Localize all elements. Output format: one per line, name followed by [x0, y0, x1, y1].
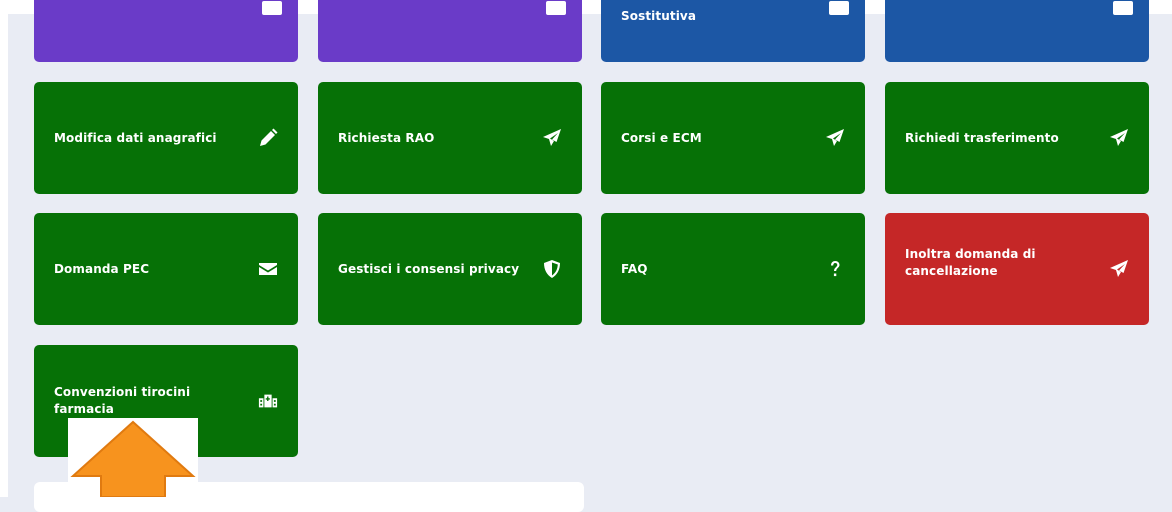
tile-label: Domanda PEC [54, 261, 150, 276]
tile-label: Modifica dati anagrafici [54, 130, 217, 145]
card-icon [1113, 1, 1133, 15]
tile-top-4[interactable] [885, 0, 1149, 62]
tile-top-3[interactable]: Sostitutiva [601, 0, 865, 62]
tile-label: Richiedi trasferimento [905, 130, 1059, 145]
paper-plane-icon [1109, 259, 1129, 279]
tile-label: Gestisci i consensi privacy [338, 261, 520, 276]
tile-modifica-dati-anagrafici[interactable]: Modifica dati anagrafici [34, 82, 298, 194]
envelope-icon [258, 259, 278, 279]
tile-label: Corsi e ECM [621, 130, 702, 145]
card-icon [262, 1, 282, 15]
left-edge [0, 0, 8, 497]
tile-label: Convenzioni tirocini farmacia [54, 385, 191, 416]
paper-plane-icon [1109, 128, 1129, 148]
hospital-icon [258, 391, 278, 411]
tile-label: FAQ [621, 261, 648, 276]
tile-label: Sostitutiva [621, 9, 697, 23]
tile-inoltra-domanda-cancellazione[interactable]: Inoltra domanda di cancellazione [885, 213, 1149, 325]
tile-gestisci-consensi-privacy[interactable]: Gestisci i consensi privacy [318, 213, 582, 325]
tile-corsi-e-ecm[interactable]: Corsi e ECM [601, 82, 865, 194]
tile-faq[interactable]: FAQ [601, 213, 865, 325]
card-icon [829, 1, 849, 15]
arrow-up-icon [68, 418, 198, 497]
tile-top-1[interactable] [34, 0, 298, 62]
card-icon [546, 1, 566, 15]
question-icon [825, 259, 845, 279]
tile-label: Richiesta RAO [338, 130, 435, 145]
paper-plane-icon [825, 128, 845, 148]
tile-label: Inoltra domanda di cancellazione [905, 247, 1036, 278]
pencil-icon [258, 128, 278, 148]
shield-icon [542, 259, 562, 279]
tile-domanda-pec[interactable]: Domanda PEC [34, 213, 298, 325]
paper-plane-icon [542, 128, 562, 148]
tile-richiedi-trasferimento[interactable]: Richiedi trasferimento [885, 82, 1149, 194]
tile-richiesta-rao[interactable]: Richiesta RAO [318, 82, 582, 194]
tile-top-2[interactable] [318, 0, 582, 62]
